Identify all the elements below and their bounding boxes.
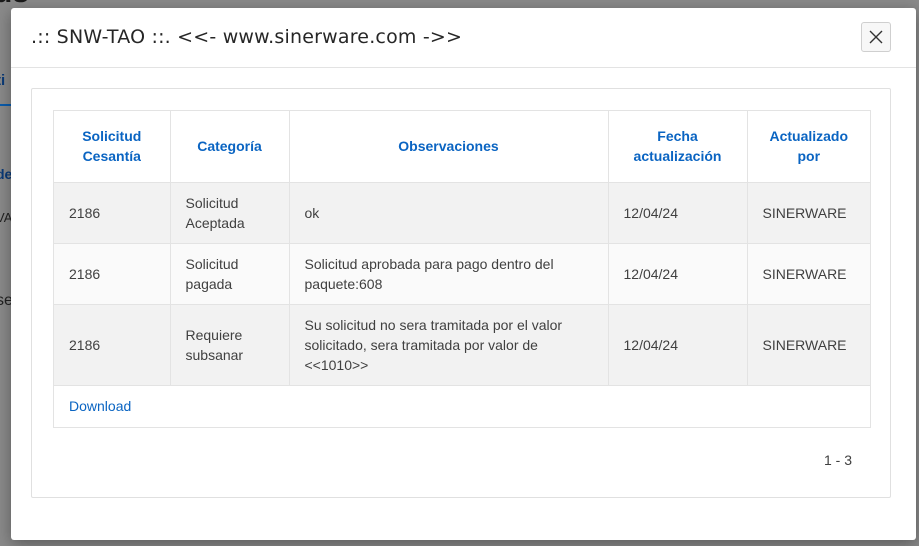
background-tab-fragment: ti: [0, 72, 6, 89]
cell-fecha: 12/04/24: [608, 243, 748, 305]
cell-categoria: Requiere subsanar: [170, 304, 290, 386]
cell-actualizado: SINERWARE: [747, 243, 870, 305]
cell-observaciones: Solicitud aprobada para pago dentro del …: [289, 243, 609, 305]
close-button[interactable]: [861, 22, 891, 52]
column-header-categoria[interactable]: Categoría: [170, 111, 290, 183]
download-row: Download: [54, 386, 870, 427]
cell-observaciones: Su solicitud no sera tramitada por el va…: [289, 304, 609, 386]
download-link[interactable]: Download: [69, 398, 131, 414]
column-header-solicitud[interactable]: Solicitud Cesantía: [54, 111, 171, 183]
table-row: 2186 Solicitud Aceptada ok 12/04/24 SINE…: [54, 182, 870, 244]
column-header-fecha[interactable]: Fecha actualización: [608, 111, 748, 183]
dialog-title: .:: SNW-TAO ::. <<- www.sinerware.com ->…: [31, 26, 463, 48]
cell-solicitud: 2186: [54, 182, 171, 244]
report-table-container: Solicitud Cesantía Categoría Observacion…: [53, 110, 871, 428]
close-icon: [869, 30, 883, 44]
report-table: Solicitud Cesantía Categoría Observacion…: [54, 111, 870, 386]
dialog-header: .:: SNW-TAO ::. <<- www.sinerware.com ->…: [11, 8, 916, 68]
cell-categoria: Solicitud pagada: [170, 243, 290, 305]
cell-actualizado: SINERWARE: [747, 304, 870, 386]
column-header-observaciones[interactable]: Observaciones: [289, 111, 609, 183]
cell-fecha: 12/04/24: [608, 304, 748, 386]
report-region: Solicitud Cesantía Categoría Observacion…: [31, 88, 891, 498]
cell-solicitud: 2186: [54, 304, 171, 386]
cell-observaciones: ok: [289, 182, 609, 244]
cell-actualizado: SINERWARE: [747, 182, 870, 244]
table-row: 2186 Requiere subsanar Su solicitud no s…: [54, 304, 870, 386]
table-row: 2186 Solicitud pagada Solicitud aprobada…: [54, 243, 870, 305]
column-header-actualizado[interactable]: Actualizado por: [747, 111, 870, 183]
modal-dialog: .:: SNW-TAO ::. <<- www.sinerware.com ->…: [11, 8, 916, 540]
cell-categoria: Solicitud Aceptada: [170, 182, 290, 244]
cell-solicitud: 2186: [54, 243, 171, 305]
pagination-range: 1 - 3: [824, 452, 853, 468]
cell-fecha: 12/04/24: [608, 182, 748, 244]
